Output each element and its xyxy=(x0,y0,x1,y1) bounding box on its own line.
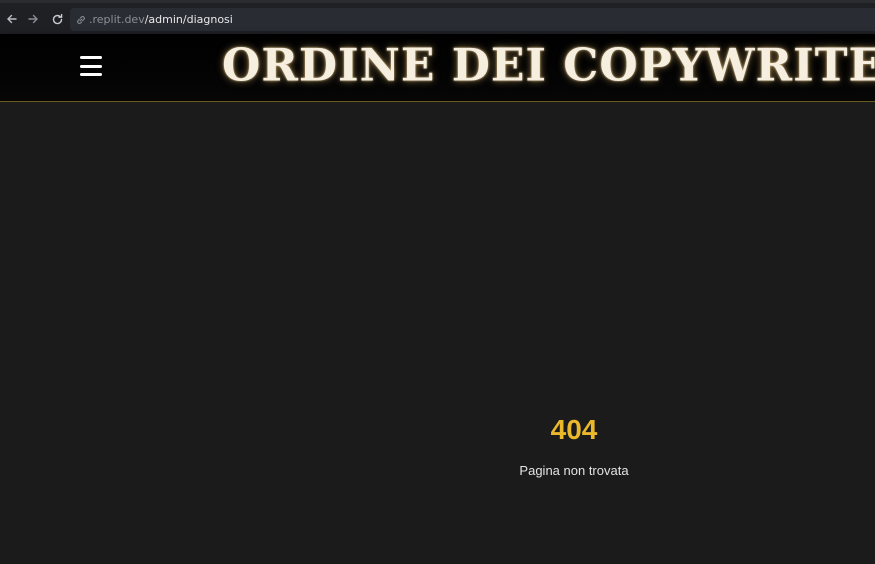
forward-icon[interactable] xyxy=(23,9,43,29)
error-message: Pagina non trovata xyxy=(519,463,629,478)
error-code: 404 xyxy=(550,414,598,445)
main-content: 404 Pagina non trovata xyxy=(0,102,875,564)
back-icon[interactable] xyxy=(2,9,22,29)
link-icon xyxy=(77,15,85,24)
site-header: ORDINE DEI COPYWRITER ESTINTI xyxy=(0,34,875,102)
address-bar[interactable]: .replit.dev/admin/diagnosi xyxy=(70,8,875,31)
reload-icon[interactable] xyxy=(47,9,67,29)
url-host: .replit.dev xyxy=(89,13,145,26)
site-title: ORDINE DEI COPYWRITER ESTINTI xyxy=(222,39,875,92)
url-path: /admin/diagnosi xyxy=(144,13,233,26)
hamburger-menu-icon[interactable] xyxy=(80,56,102,76)
browser-toolbar: .replit.dev/admin/diagnosi xyxy=(0,0,875,34)
